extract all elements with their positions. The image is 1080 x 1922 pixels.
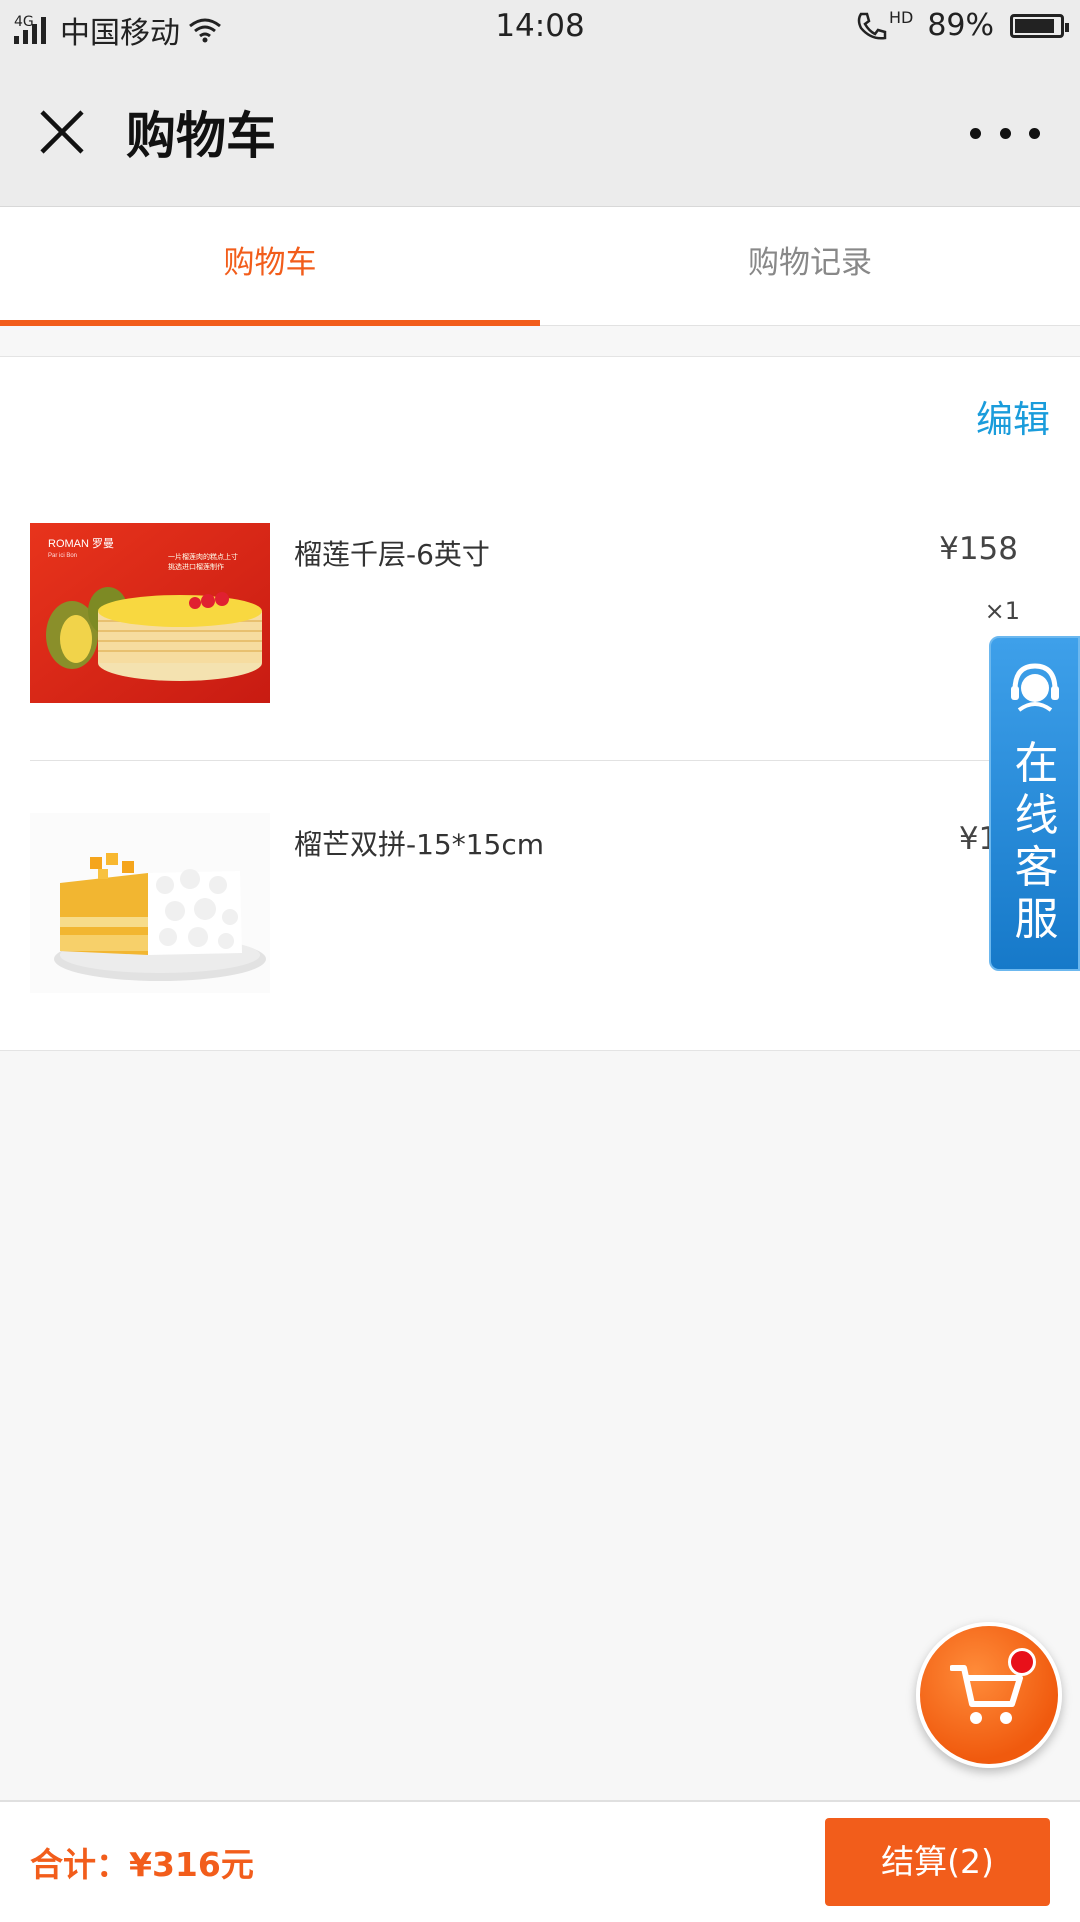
product-thumbnail[interactable]: ROMAN 罗曼 Par ici Bon 一片榴莲肉的糕点上寸 挑选进口榴莲制作 [30, 523, 270, 703]
thumb-brand: ROMAN 罗曼 [48, 537, 114, 550]
battery-percent: 89% [927, 8, 994, 43]
phone-call-icon [857, 12, 887, 40]
bottom-bar: 合计：¥316元 结算(2) [0, 1800, 1080, 1922]
page-title: 购物车 [126, 107, 276, 165]
edit-button[interactable]: 编辑 [976, 389, 1050, 443]
checkout-button[interactable]: 结算(2) [825, 1818, 1050, 1906]
thumb-slogan-1: 一片榴莲肉的糕点上寸 [168, 552, 238, 561]
cart-panel: 编辑 ROMAN 罗曼 Par ici Bon 一片榴莲肉的糕点上寸 挑选进口榴… [0, 356, 1080, 1051]
more-dots-icon[interactable] [970, 118, 1040, 148]
floating-cart-button[interactable] [916, 1622, 1062, 1768]
battery-icon [1010, 13, 1069, 38]
product-name[interactable]: 榴芒双拼-15*15cm [294, 823, 544, 863]
thumb-brand-sub: Par ici Bon [48, 553, 77, 559]
product-name[interactable]: 榴莲千层-6英寸 [294, 533, 490, 573]
thumb-slogan-2: 挑选进口榴莲制作 [168, 562, 224, 571]
close-icon[interactable] [30, 100, 94, 164]
service-char: 客 [1014, 842, 1059, 893]
durian-crepe-cake-image: ROMAN 罗曼 Par ici Bon 一片榴莲肉的糕点上寸 挑选进口榴莲制作 [30, 523, 270, 703]
nav-bar: 购物车 [0, 58, 1080, 207]
service-char: 服 [1014, 894, 1059, 945]
hd-label: HD [888, 8, 914, 27]
tab-purchase-history[interactable]: 购物记录 [540, 207, 1080, 325]
battery-level [1015, 18, 1054, 33]
online-service-button[interactable]: 在 线 客 服 [989, 636, 1080, 971]
headset-agent-icon [1011, 663, 1059, 712]
product-price: ¥158 [939, 531, 1018, 567]
tab-bar: 购物车 购物记录 [0, 207, 1080, 326]
durian-mango-cake-image [30, 813, 270, 993]
product-quantity: ×1 [984, 597, 1020, 625]
tab-cart[interactable]: 购物车 [0, 207, 540, 326]
status-right: HD 89% [855, 8, 1069, 43]
total-amount: 合计：¥316元 [30, 1845, 254, 1884]
item-divider [30, 760, 1080, 761]
service-char: 线 [1014, 790, 1059, 841]
cart-badge-dot [1008, 1648, 1036, 1676]
online-service-label: 在 线 客 服 [991, 738, 1080, 946]
status-bar: 4G 中国移动 14:08 HD 89% [0, 0, 1080, 58]
product-thumbnail[interactable] [30, 813, 270, 993]
service-char: 在 [1014, 738, 1059, 789]
